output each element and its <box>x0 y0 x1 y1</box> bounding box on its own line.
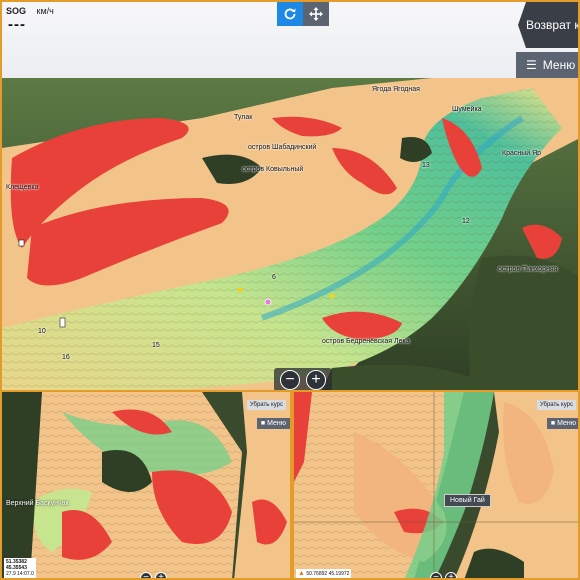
zoom-in-button[interactable]: + <box>445 572 457 578</box>
left-zoom-controls: − + <box>140 572 167 578</box>
pan-button[interactable] <box>303 2 329 26</box>
zoom-out-button[interactable]: − <box>430 572 442 578</box>
clear-course-button[interactable]: Убрать курс <box>246 400 286 410</box>
place-callout[interactable]: Новый Гай <box>444 494 491 507</box>
menu-button[interactable]: ☰ Меню <box>516 52 578 78</box>
place-label: Верхний Баскунчак <box>6 500 69 507</box>
pane-menu-button[interactable]: ■ Меню <box>546 418 578 429</box>
depth-number: 15 <box>152 342 160 349</box>
warning-icon: ▲ <box>298 570 305 577</box>
waypoint-marker[interactable] <box>264 298 272 306</box>
sog-unit: км/ч <box>36 6 54 16</box>
sog-readout: SOG км/ч <box>6 6 54 16</box>
buoy-marker[interactable] <box>329 293 335 299</box>
depth-number: 13 <box>422 162 430 169</box>
sog-value: --- <box>8 16 26 33</box>
zoom-out-button[interactable]: − <box>280 370 300 390</box>
coordinates-readout: ▲ 50.76892 45.19972 <box>296 569 352 578</box>
place-label: остров Ковыльный <box>242 166 304 173</box>
sog-label: SOG <box>6 6 27 16</box>
return-to-vessel-button[interactable]: Возврат к суд <box>518 2 580 48</box>
clear-course-button[interactable]: Убрать курс <box>536 400 576 410</box>
zoom-in-button[interactable]: + <box>306 370 326 390</box>
main-zoom-controls: − + <box>274 368 332 390</box>
right-zoom-controls: − + <box>430 572 457 578</box>
chartplotter-app: SOG км/ч --- Возврат к суд ☰ Меню <box>0 0 580 580</box>
pane-menu-button[interactable]: ■ Меню <box>256 418 290 429</box>
pan-icon <box>309 7 323 21</box>
latitude: 50.76892 <box>306 571 328 577</box>
bathymetry-map <box>2 78 578 390</box>
place-label: остров Бедренёвская Лека <box>322 338 410 345</box>
zoom-in-button[interactable]: + <box>155 572 167 578</box>
place-label: Красный Яр <box>502 150 542 157</box>
place-label: Ягода Ягодная <box>372 86 420 93</box>
rotate-icon <box>284 8 296 20</box>
left-bathymetry-map <box>2 392 290 578</box>
depth-number: 6 <box>272 274 276 281</box>
buoy-marker[interactable] <box>59 317 66 328</box>
zoom-out-button[interactable]: − <box>140 572 152 578</box>
main-chart-view[interactable]: Ягода Ягодная Шумейка Тулак остров Шабад… <box>2 78 578 390</box>
place-label: Шумейка <box>452 106 482 113</box>
right-chart-pane[interactable]: Убрать курс ■ Меню Новый Гай ▲ 50.76892 … <box>294 392 578 578</box>
longitude: 45.19972 <box>328 571 350 577</box>
pane-menu-label: Меню <box>557 420 576 427</box>
place-label: Клещевка <box>6 184 39 191</box>
right-bathymetry-map <box>294 392 578 578</box>
top-bar: SOG км/ч --- Возврат к суд ☰ Меню <box>2 2 580 78</box>
menu-label: Меню <box>542 58 576 72</box>
island <box>468 255 578 390</box>
rotate-button[interactable] <box>277 2 303 26</box>
pane-menu-label: Меню <box>267 420 286 427</box>
return-label: Возврат к суд <box>526 18 580 32</box>
depth-number: 12 <box>462 218 470 225</box>
coordinates-readout: 51.35382 45.35543 27.9 14:07.0 <box>4 558 36 578</box>
extra-readout: 27.9 14:07.0 <box>6 571 34 577</box>
buoy-marker[interactable] <box>237 287 243 293</box>
place-label: остров Шабадинский <box>248 144 317 151</box>
left-chart-pane[interactable]: Убрать курс ■ Меню Верхний Баскунчак 51.… <box>2 392 290 578</box>
depth-number: 16 <box>62 354 70 361</box>
place-label: Тулак <box>234 114 253 121</box>
hamburger-icon: ☰ <box>526 58 537 72</box>
place-label: остров Пинхорняя <box>498 266 558 273</box>
depth-number: 10 <box>38 328 46 335</box>
buoy-marker[interactable] <box>18 239 25 247</box>
